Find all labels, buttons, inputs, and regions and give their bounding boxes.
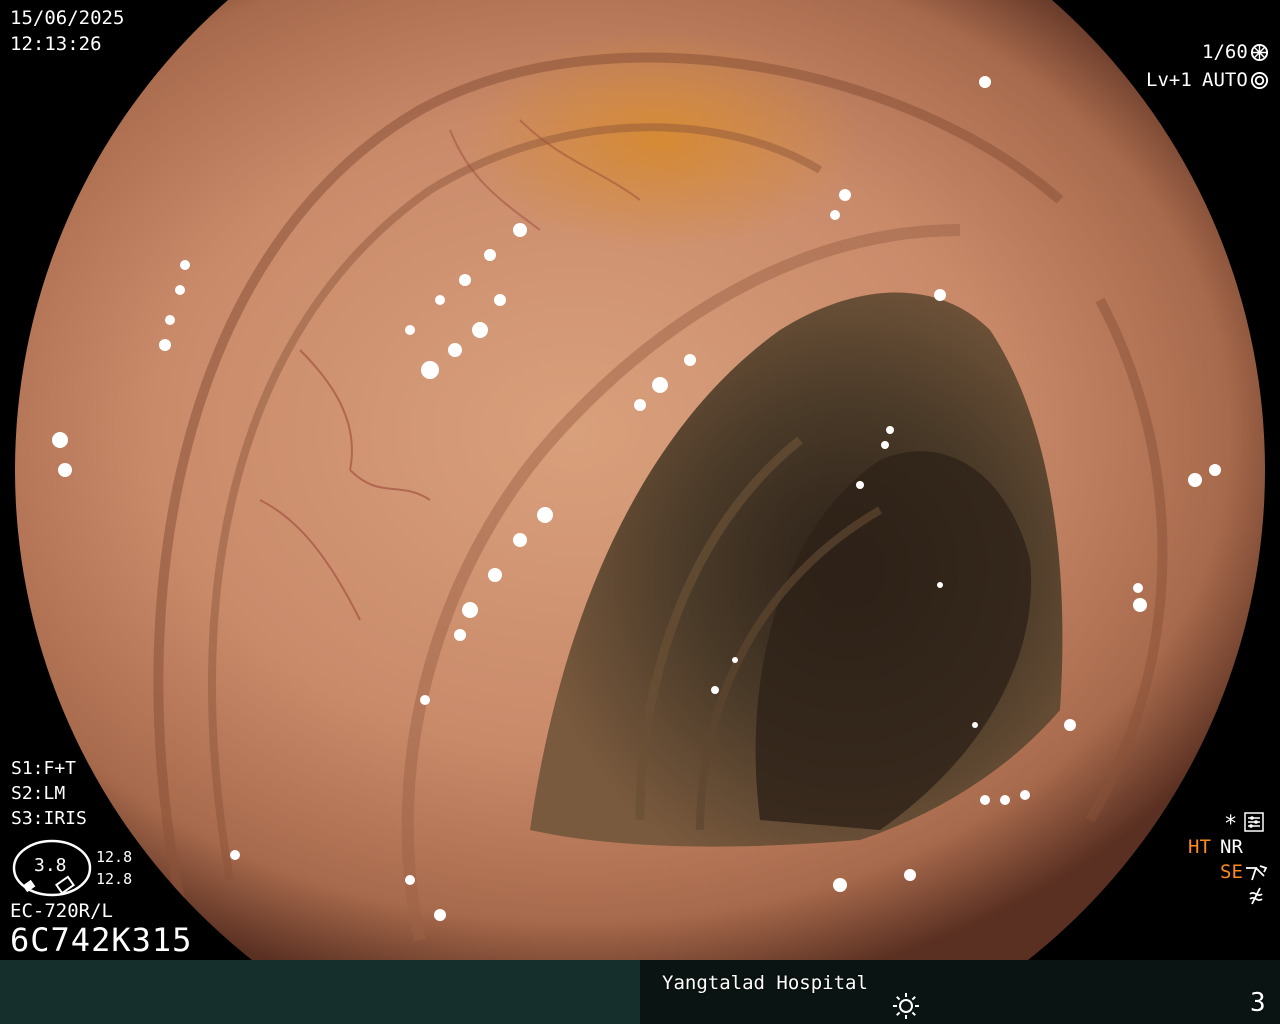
iris-mode-readout: AUTO xyxy=(1202,69,1248,91)
s2-setting: S2:LM xyxy=(11,783,66,804)
level-readout: Lv+1 xyxy=(1146,69,1192,91)
shutter-readout: 1/60 xyxy=(1202,41,1248,63)
footer-right-panel: Yangtalad Hospital 3 xyxy=(640,960,1280,1024)
gauge-upper: 12.8 xyxy=(96,848,133,866)
iris-icon xyxy=(1250,71,1269,90)
aperture-icon xyxy=(1250,43,1269,62)
asterisk-indicator: * xyxy=(1224,812,1238,837)
settings-panel-icon xyxy=(1244,812,1264,832)
hospital-name: Yangtalad Hospital xyxy=(662,972,868,994)
scope-model: EC-720R/L xyxy=(10,900,113,922)
time-readout: 12:13:26 xyxy=(10,33,102,55)
page-number: 3 xyxy=(1250,988,1266,1018)
date-readout: 15/06/2025 xyxy=(10,7,125,29)
s1-setting: S1:F+T xyxy=(11,758,77,779)
endoscope-view xyxy=(0,0,1280,960)
light-sun-icon xyxy=(893,993,919,1019)
gauge-value: 3.8 xyxy=(34,855,67,876)
structure-enhance-icon xyxy=(1246,865,1268,881)
s3-setting: S3:IRIS xyxy=(11,808,87,829)
nr-indicator: NR xyxy=(1220,836,1243,858)
contrast-icon xyxy=(1249,887,1263,905)
colon-lumen-image xyxy=(15,0,1265,960)
footer-bar: Yangtalad Hospital 3 xyxy=(0,960,1280,1024)
footer-left-panel xyxy=(0,960,640,1024)
se-indicator: SE xyxy=(1220,861,1243,883)
gauge-lower: 12.8 xyxy=(96,870,133,888)
scope-serial: 6C742K315 xyxy=(10,921,193,959)
ht-indicator: HT xyxy=(1188,836,1211,858)
